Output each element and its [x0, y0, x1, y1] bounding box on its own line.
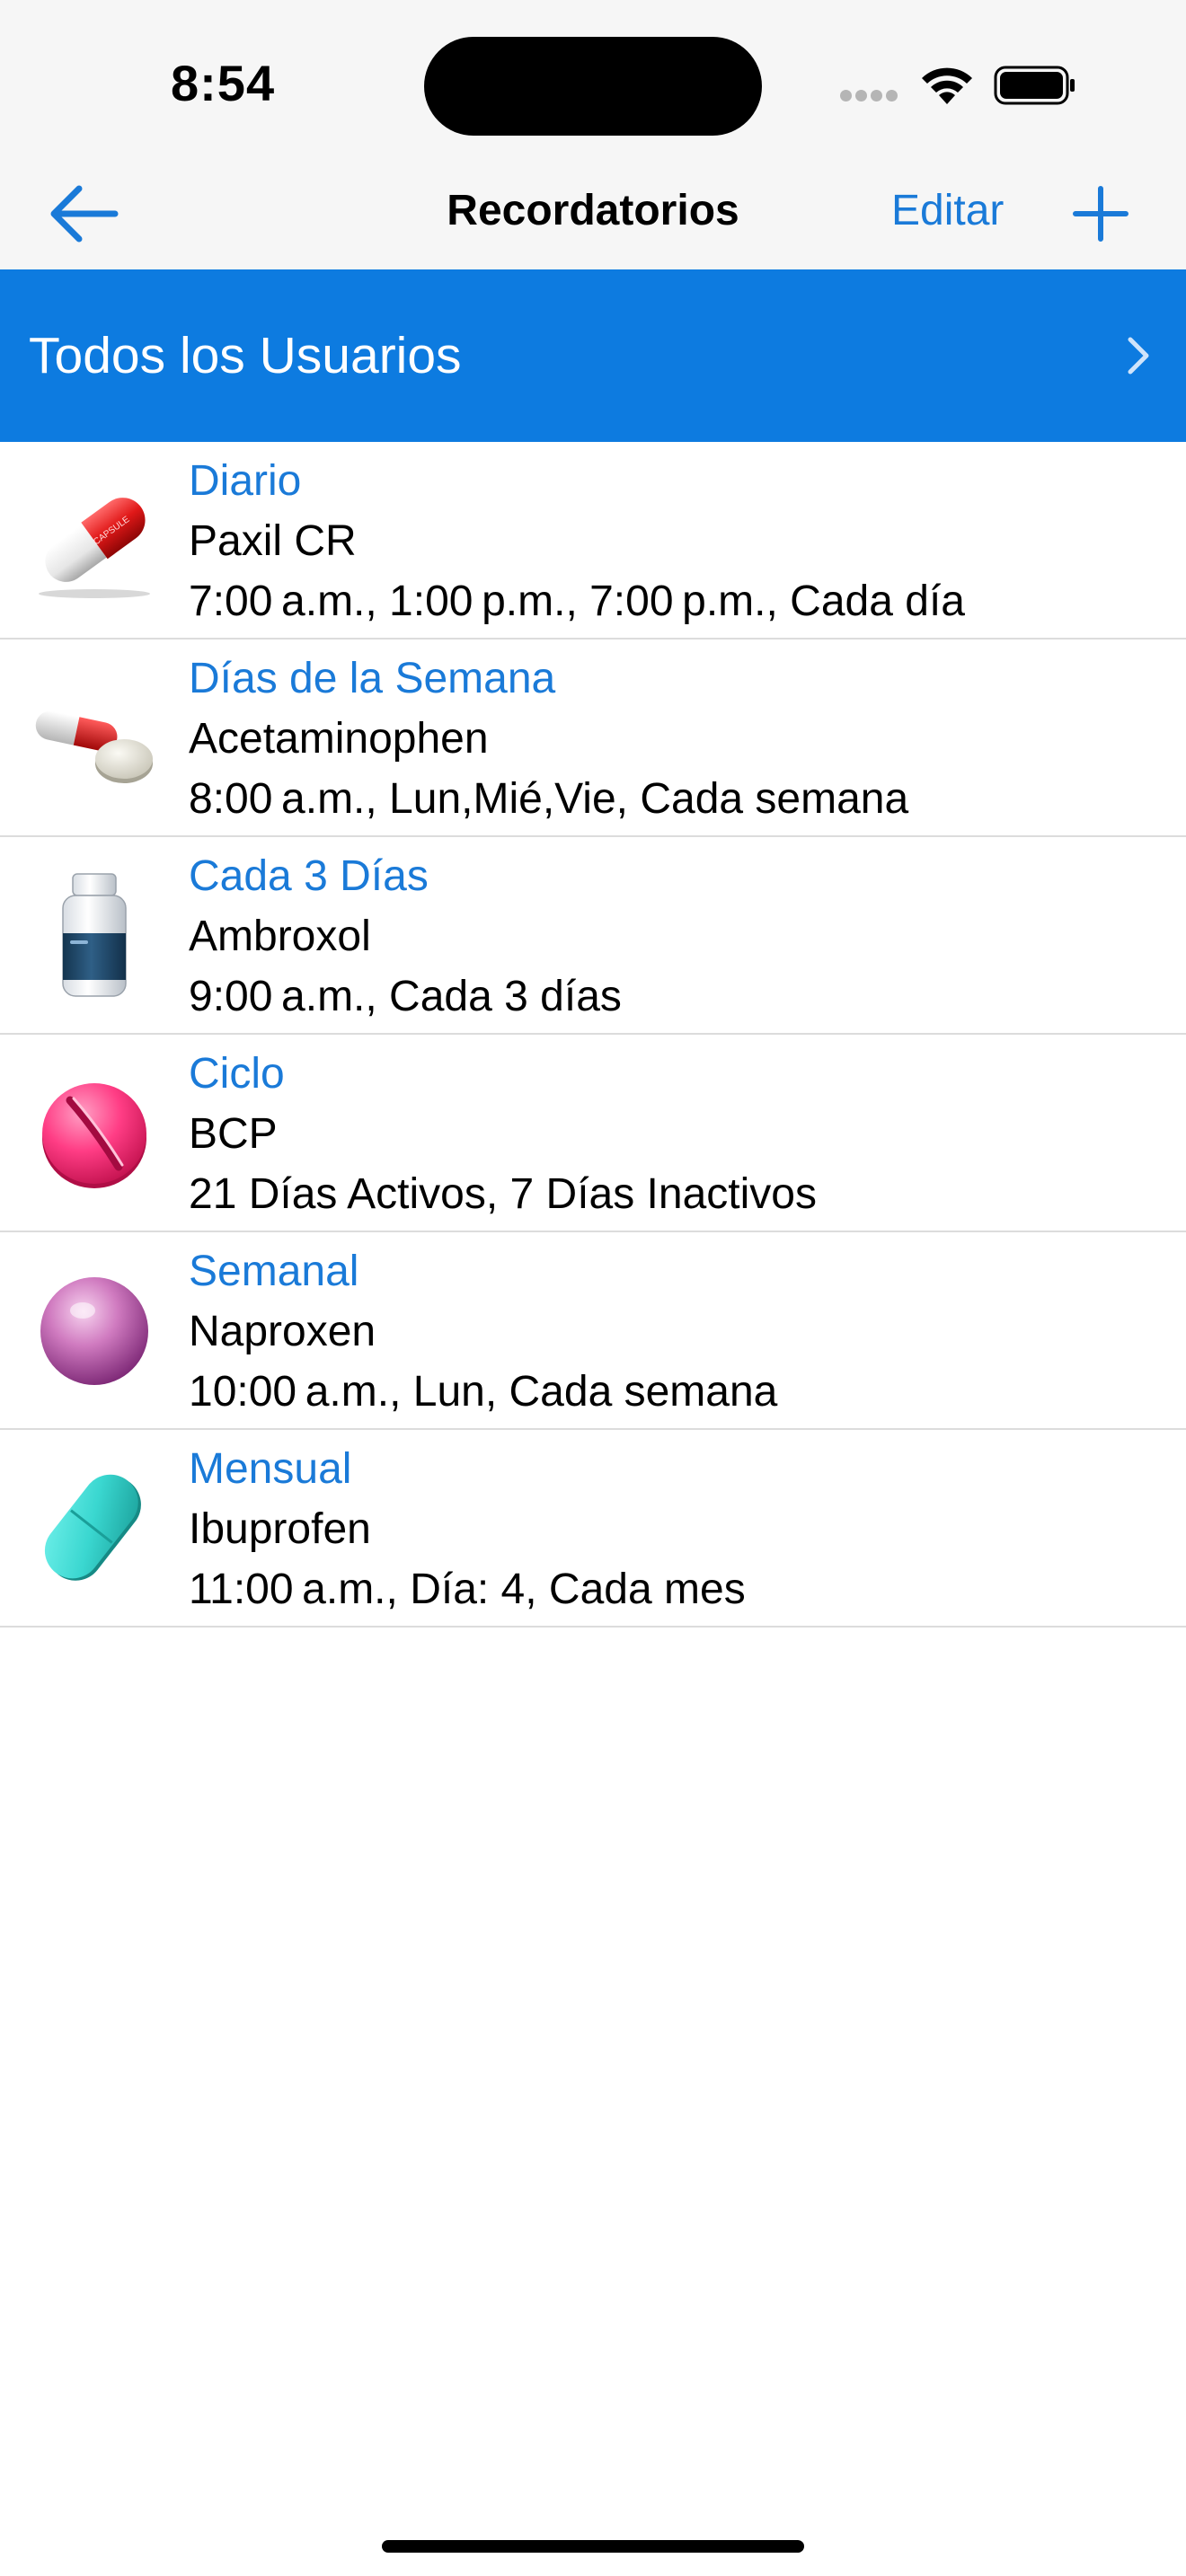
reminder-row-dias-de-la-semana[interactable]: Días de la Semana Acetaminophen 8:00 a.m…: [0, 640, 1186, 837]
add-button[interactable]: [1069, 181, 1132, 246]
cellular-signal-icon: [840, 90, 901, 106]
red-white-capsule-icon: CAPSULE: [39, 498, 150, 598]
medication-name: Naproxen: [189, 1308, 376, 1355]
reminder-frequency: Semanal: [189, 1248, 359, 1295]
medication-name: Ibuprofen: [189, 1505, 371, 1553]
all-users-selector[interactable]: Todos los Usuarios: [0, 269, 1186, 442]
reminder-schedule: 11:00 a.m., Día: 4, Cada mes: [189, 1566, 746, 1613]
battery-icon: [994, 66, 1075, 105]
teal-oval-tablet-icon: [44, 1474, 141, 1581]
reminder-schedule: 7:00 a.m., 1:00 p.m., 7:00 p.m., Cada dí…: [189, 578, 965, 625]
reminder-schedule: 10:00 a.m., Lun, Cada semana: [189, 1368, 778, 1416]
page-title: Recordatorios: [447, 187, 739, 234]
medication-name: Paxil CR: [189, 517, 357, 565]
reminder-schedule: 8:00 a.m., Lun,Mié,Vie, Cada semana: [189, 775, 909, 823]
medication-name: Acetaminophen: [189, 715, 489, 763]
medication-name: Ambroxol: [189, 913, 371, 960]
pink-scored-tablet-icon: [42, 1083, 146, 1188]
plus-icon: [1073, 186, 1128, 242]
status-time: 8:54: [171, 55, 276, 111]
wifi-icon: [922, 67, 972, 104]
medicine-bottle-icon: [62, 873, 127, 997]
reminder-row-diario[interactable]: CAPSULE Diario Paxil CR 7:00 a.m., 1:00 …: [0, 442, 1186, 640]
edit-button[interactable]: Editar: [891, 186, 1004, 235]
purple-sphere-pill-icon: [40, 1277, 148, 1385]
reminder-schedule: 9:00 a.m., Cada 3 días: [189, 973, 622, 1020]
reminder-row-cada-3-dias[interactable]: Cada 3 Días Ambroxol 9:00 a.m., Cada 3 d…: [0, 837, 1186, 1035]
reminder-row-ciclo[interactable]: Ciclo BCP 21 Días Activos, 7 Días Inacti…: [0, 1035, 1186, 1232]
medication-name: BCP: [189, 1110, 278, 1158]
reminders-screen: 8:54 Recordatorios Editar Todos los Usua…: [0, 0, 1186, 2576]
reminder-frequency: Días de la Semana: [189, 655, 556, 702]
status-bar: 8:54: [0, 0, 1186, 162]
dynamic-island: [424, 37, 762, 136]
reminder-frequency: Ciclo: [189, 1050, 285, 1098]
home-indicator[interactable]: [382, 2540, 804, 2553]
capsule-and-tablet-icon: [35, 710, 153, 783]
reminder-frequency: Mensual: [189, 1445, 352, 1493]
reminder-row-semanal[interactable]: Semanal Naproxen 10:00 a.m., Lun, Cada s…: [0, 1232, 1186, 1430]
reminder-frequency: Diario: [189, 457, 302, 505]
navigation-bar: Recordatorios Editar: [0, 162, 1186, 269]
reminder-frequency: Cada 3 Días: [189, 852, 429, 900]
users-label: Todos los Usuarios: [29, 327, 462, 384]
reminder-schedule: 21 Días Activos, 7 Días Inactivos: [189, 1170, 817, 1218]
reminder-list: CAPSULE Diario Paxil CR 7:00 a.m., 1:00 …: [0, 442, 1186, 1628]
chevron-right-icon: [1128, 337, 1149, 375]
reminder-row-mensual[interactable]: Mensual Ibuprofen 11:00 a.m., Día: 4, Ca…: [0, 1430, 1186, 1628]
